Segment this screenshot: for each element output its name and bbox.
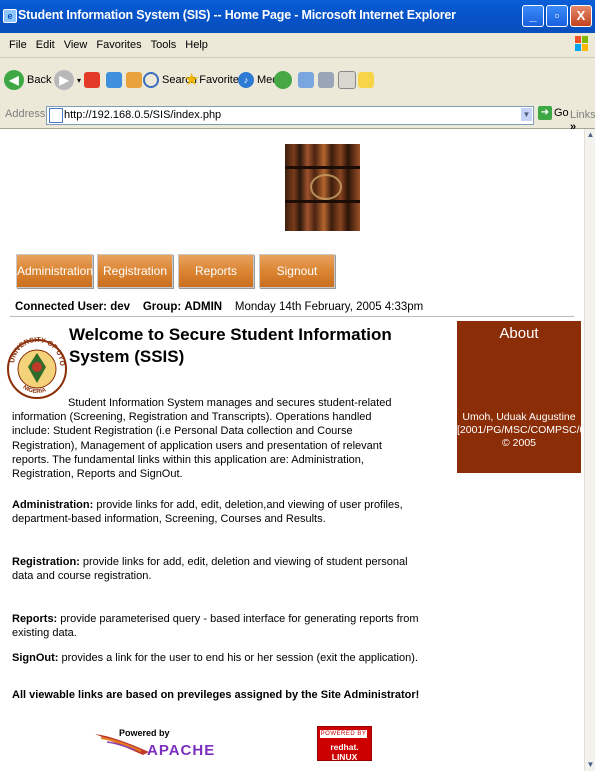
about-panel: About Umoh, Uduak Augustine [2001/PG/MSC…	[457, 321, 584, 473]
address-bar: Address http://192.168.0.5/SIS/index.php…	[0, 102, 595, 133]
edit-button[interactable]	[338, 68, 356, 92]
home-button[interactable]	[126, 68, 142, 92]
print-button[interactable]	[318, 68, 334, 92]
menu-file[interactable]: File	[9, 33, 27, 57]
home-icon	[126, 72, 142, 89]
menu-view[interactable]: View	[64, 33, 88, 57]
library-books-image	[285, 144, 360, 231]
history-button[interactable]	[274, 68, 295, 92]
group-value: ADMIN	[184, 301, 223, 313]
reports-description: Reports: provide parameterised query - b…	[12, 613, 419, 640]
about-details: Umoh, Uduak Augustine [2001/PG/MSC/COMPS…	[457, 411, 584, 450]
dropdown-arrow-icon: ▾	[77, 76, 82, 85]
scroll-down-icon[interactable]: ▼	[585, 759, 595, 771]
refresh-icon	[106, 72, 122, 89]
mail-button[interactable]	[298, 68, 314, 92]
search-icon	[143, 72, 159, 89]
media-icon: ♪	[238, 72, 254, 89]
scroll-up-icon[interactable]: ▲	[585, 129, 595, 141]
refresh-button[interactable]	[106, 68, 122, 92]
redhat-powered-by-text: POWERED BY	[320, 730, 367, 738]
group-label: Group:	[142, 301, 182, 313]
menu-tools[interactable]: Tools	[151, 33, 177, 57]
menu-help[interactable]: Help	[185, 33, 208, 57]
address-url[interactable]: http://192.168.0.5/SIS/index.php	[64, 109, 221, 121]
administration-description: Administration: provide links for add, e…	[12, 499, 403, 526]
menu-bar: File Edit View Favorites Tools Help	[0, 33, 595, 58]
windows-logo-icon	[575, 36, 588, 51]
page-title: Welcome to Secure Student Information Sy…	[69, 325, 392, 366]
privileges-notice: All viewable links are based on previleg…	[12, 689, 420, 701]
powered-by-apache-logo[interactable]: Powered by APACHE	[91, 726, 241, 758]
window-title-bar[interactable]: e Student Information System (SIS) -- Ho…	[0, 0, 595, 33]
print-icon	[318, 72, 334, 89]
maximize-button[interactable]: ▫	[546, 5, 568, 27]
page-content: Administration Registration Reports Sign…	[0, 129, 584, 771]
address-dropdown-icon[interactable]: ▼	[521, 108, 532, 121]
nav-reports-button[interactable]: Reports	[178, 254, 254, 288]
divider	[10, 316, 574, 317]
about-title: About	[499, 325, 539, 342]
redhat-linux-text: redhat. LINUX	[330, 742, 359, 762]
intro-paragraph: Student Information System manages and s…	[12, 397, 392, 481]
stop-icon	[84, 72, 100, 89]
powered-by-redhat-logo[interactable]: POWERED BY redhat. LINUX	[317, 726, 372, 762]
forward-button[interactable]: ▶ ▾	[54, 68, 81, 92]
favorites-button[interactable]: ★Favorites	[184, 68, 245, 92]
minimize-button[interactable]: _	[522, 5, 544, 27]
address-label: Address	[5, 108, 46, 120]
go-arrow-icon: ➜	[538, 106, 552, 120]
about-year: © 2005	[501, 437, 536, 449]
user-status-line: Connected User: dev Group: ADMIN Monday …	[15, 301, 423, 313]
messenger-button[interactable]	[358, 68, 374, 92]
mail-icon	[298, 72, 314, 89]
nav-administration-button[interactable]: Administration	[16, 254, 93, 288]
powered-by-text: Powered by	[119, 728, 170, 738]
edit-page-icon	[338, 71, 356, 90]
window-title: Student Information System (SIS) -- Home…	[18, 8, 456, 22]
vertical-scrollbar[interactable]: ▲ ▼	[584, 129, 595, 771]
star-icon: ★	[184, 70, 200, 90]
nav-registration-button[interactable]: Registration	[97, 254, 173, 288]
nav-signout-button[interactable]: Signout	[259, 254, 335, 288]
note-icon	[358, 72, 374, 89]
about-reg-number: [2001/PG/MSC/COMPSC/036]	[457, 424, 584, 436]
about-author: Umoh, Uduak Augustine	[462, 411, 576, 423]
apache-text: APACHE	[147, 742, 215, 758]
ie-icon: e	[3, 9, 17, 23]
connected-user-label: Connected User:	[15, 301, 108, 313]
toolbar: ◀Back ▾ ▶▾ Search ★Favorites ♪Media	[0, 58, 595, 103]
menu-favorites[interactable]: Favorites	[96, 33, 141, 57]
back-button[interactable]: ◀Back ▾	[4, 68, 59, 92]
forward-arrow-icon: ▶	[54, 70, 74, 91]
close-button[interactable]: X	[570, 5, 592, 27]
signout-description: SignOut: provides a link for the user to…	[12, 652, 418, 664]
history-icon	[274, 71, 292, 90]
connected-user-value: dev	[110, 301, 131, 313]
registration-description: Registration: provide links for add, edi…	[12, 556, 408, 583]
menu-edit[interactable]: Edit	[36, 33, 55, 57]
back-arrow-icon: ◀	[4, 70, 24, 91]
go-button[interactable]: ➜ Go	[538, 106, 569, 120]
page-icon	[49, 108, 63, 123]
stop-button[interactable]	[84, 68, 100, 92]
current-datetime: Monday 14th February, 2005 4:33pm	[234, 301, 424, 313]
